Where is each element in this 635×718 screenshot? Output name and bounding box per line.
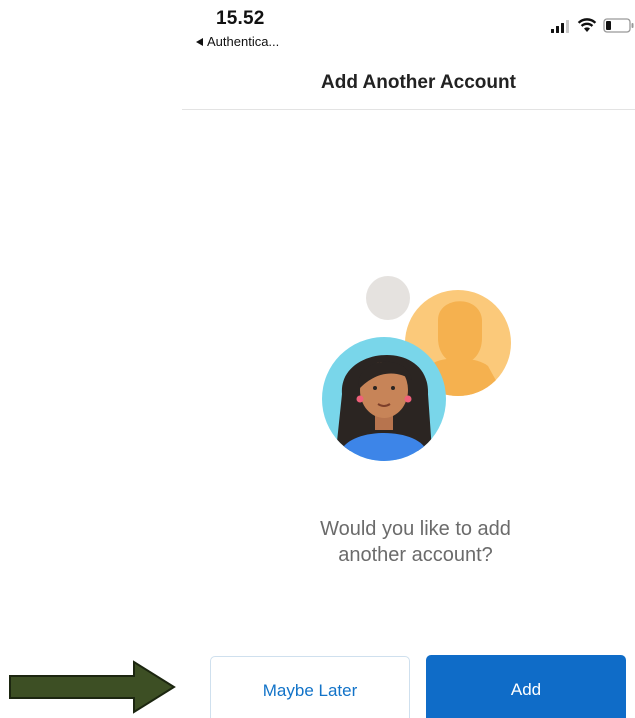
phone-screen: 15.52 Authentica... Add Another Account … bbox=[182, 0, 635, 718]
battery-icon bbox=[603, 18, 634, 33]
nav-bar: Add Another Account bbox=[182, 58, 635, 110]
back-app-label: Authentica... bbox=[207, 34, 280, 49]
prompt-line-2: another account? bbox=[338, 544, 493, 566]
back-triangle-icon bbox=[196, 37, 203, 46]
page: 15.52 Authentica... Add Another Account … bbox=[0, 0, 635, 718]
add-button[interactable]: Add bbox=[426, 655, 626, 718]
status-time: 15.52 bbox=[216, 8, 265, 29]
status-icons bbox=[551, 18, 635, 33]
back-to-app-link[interactable]: Authentica... bbox=[196, 34, 279, 49]
arrow-right-icon bbox=[9, 660, 176, 714]
status-bar: 15.52 Authentica... bbox=[182, 0, 635, 58]
wifi-icon bbox=[577, 18, 597, 32]
page-title: Add Another Account bbox=[321, 72, 516, 93]
maybe-later-button[interactable]: Maybe Later bbox=[210, 656, 410, 718]
prompt-line-1: Would you like to add bbox=[320, 518, 511, 540]
add-account-illustration bbox=[322, 276, 511, 461]
add-account-prompt: Would you like to add another account? bbox=[182, 516, 635, 568]
signal-icon bbox=[551, 19, 569, 33]
